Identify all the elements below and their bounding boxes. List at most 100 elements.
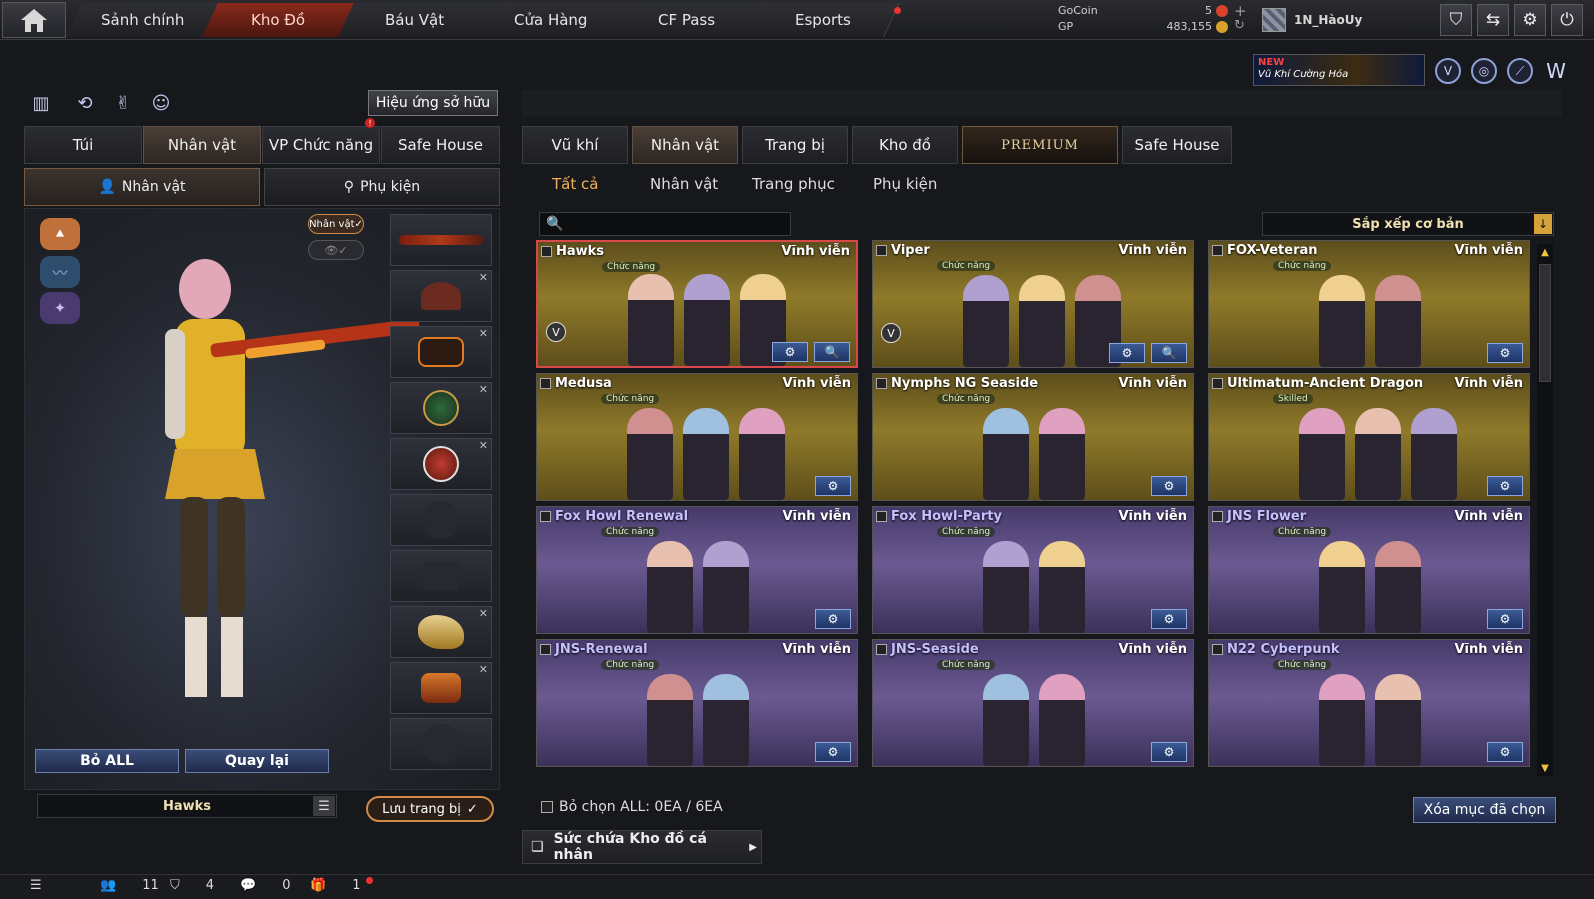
back-button[interactable]: Quay lại bbox=[185, 749, 329, 773]
scroll-up-icon[interactable]: ▲ bbox=[1538, 244, 1552, 260]
scroll-thumb[interactable] bbox=[1539, 264, 1551, 382]
preset-name-field[interactable]: Hawks bbox=[37, 794, 337, 818]
nav-tab-lobby[interactable]: Sảnh chính bbox=[66, 3, 220, 37]
visibility-toggle[interactable]: 👁✓ bbox=[308, 240, 364, 260]
item-checkbox[interactable] bbox=[876, 644, 887, 655]
pose-icon[interactable]: ✌ bbox=[110, 90, 136, 116]
item-checkbox[interactable] bbox=[876, 511, 887, 522]
checkbox-icon[interactable] bbox=[541, 801, 553, 813]
slot-spray[interactable]: ✕ bbox=[390, 662, 492, 714]
storage-capacity-button[interactable]: ❏ Sức chứa Kho đồ cá nhân ▶ bbox=[522, 830, 762, 864]
user-profile[interactable]: 1N_HàoUy bbox=[1262, 8, 1362, 32]
filter-accessory[interactable]: Phụ kiện bbox=[873, 173, 937, 195]
slot-mask[interactable]: ✕ bbox=[390, 326, 492, 378]
item-card[interactable]: JNS Flower Vĩnh viễn Chức năng ⚙ bbox=[1208, 506, 1530, 634]
rotate-icon[interactable]: ⟲ bbox=[72, 90, 98, 116]
character-toggle-badge[interactable]: Nhân vật ✓ bbox=[308, 214, 364, 234]
item-card[interactable]: Medusa Vĩnh viễn Chức năng ⚙ bbox=[536, 373, 858, 501]
nav-tab-cfpass[interactable]: CF Pass bbox=[610, 3, 764, 37]
promo-banner[interactable]: NEW Vũ Khí Cường Hóa bbox=[1253, 54, 1425, 86]
sort-dropdown[interactable]: Sắp xếp cơ bản bbox=[1262, 212, 1554, 236]
sort-arrow-icon[interactable]: ↓ bbox=[1534, 214, 1552, 234]
friends-stat[interactable]: 👥 11 bbox=[100, 878, 159, 893]
tab-safe-house[interactable]: Safe House bbox=[1122, 126, 1232, 164]
nav-tab-shop[interactable]: Cửa Hàng bbox=[474, 3, 628, 37]
slot-pet[interactable]: ✕ bbox=[390, 606, 492, 658]
search-icon[interactable]: 🔍 bbox=[814, 342, 850, 362]
tab-equipment[interactable]: Trang bị bbox=[742, 126, 848, 164]
podium-icon[interactable]: ▥ bbox=[28, 90, 54, 116]
left-tab-safe-house[interactable]: Safe House bbox=[381, 126, 500, 164]
v-emblem-icon[interactable]: V bbox=[1435, 58, 1461, 84]
slot-badge[interactable]: ✕ bbox=[390, 438, 492, 490]
gear-icon[interactable]: ⚙ bbox=[1151, 476, 1187, 496]
tab-weapons[interactable]: Vũ khí bbox=[522, 126, 628, 164]
search-icon[interactable]: 🔍 bbox=[1151, 343, 1187, 363]
wing-emblem-icon[interactable]: 〰 bbox=[40, 256, 80, 288]
clear-selected-button[interactable]: Xóa mục đã chọn bbox=[1413, 797, 1556, 823]
eagle-emblem-icon[interactable]: ⯅ bbox=[40, 218, 80, 250]
refresh-icon[interactable]: ↻ bbox=[1234, 18, 1245, 33]
item-card[interactable]: Nymphs NG Seaside Vĩnh viễn Chức năng ⚙ bbox=[872, 373, 1194, 501]
gear-icon[interactable]: ⚙ bbox=[815, 476, 851, 496]
gear-icon[interactable]: ⚙ bbox=[1109, 343, 1145, 363]
remove-slot-icon[interactable]: ✕ bbox=[479, 663, 488, 676]
slash-emblem-icon[interactable]: ⟋ bbox=[1507, 58, 1533, 84]
item-card[interactable]: Ultimatum-Ancient Dragon Vĩnh viễn Skilled… bbox=[1208, 373, 1530, 501]
item-card[interactable]: Hawks Vĩnh viễn Chức năng V ⚙ 🔍 bbox=[536, 240, 858, 368]
slot-helmet[interactable]: ✕ bbox=[390, 270, 492, 322]
item-card[interactable]: N22 Cyberpunk Vĩnh viễn Chức năng ⚙ bbox=[1208, 639, 1530, 767]
slot-emblem[interactable]: ✕ bbox=[390, 382, 492, 434]
gear-icon[interactable]: ⚙ bbox=[1151, 742, 1187, 762]
item-checkbox[interactable] bbox=[540, 378, 551, 389]
item-checkbox[interactable] bbox=[540, 644, 551, 655]
gear-icon[interactable]: ⚙ bbox=[1487, 609, 1523, 629]
item-checkbox[interactable] bbox=[876, 245, 887, 256]
gear-icon[interactable]: ⚙ bbox=[1151, 609, 1187, 629]
slot-pants-empty[interactable] bbox=[390, 550, 492, 602]
gear-icon[interactable]: ⚙ bbox=[1487, 343, 1523, 363]
tab-characters[interactable]: Nhân vật bbox=[632, 126, 738, 164]
remove-slot-icon[interactable]: ✕ bbox=[479, 607, 488, 620]
item-card[interactable]: Viper Vĩnh viễn Chức năng V ⚙ 🔍 bbox=[872, 240, 1194, 368]
power-icon[interactable]: ⏻ bbox=[1551, 4, 1583, 36]
left-tab-bag[interactable]: Túi bbox=[24, 126, 142, 164]
clan-stat[interactable]: ⛉ 4 bbox=[170, 878, 214, 893]
search-input[interactable]: 🔍 bbox=[539, 212, 791, 236]
filter-all[interactable]: Tất cả bbox=[552, 173, 598, 195]
item-card[interactable]: JNS-Renewal Vĩnh viễn Chức năng ⚙ bbox=[536, 639, 858, 767]
menu-icon[interactable]: ☰ bbox=[313, 796, 335, 816]
nav-tab-inventory[interactable]: Kho Đồ bbox=[202, 3, 356, 37]
filter-character[interactable]: Nhân vật bbox=[650, 173, 718, 195]
slot-ring-empty[interactable] bbox=[390, 718, 492, 770]
tab-premium[interactable]: PREMIUM bbox=[962, 126, 1118, 164]
list-icon[interactable]: ☰ bbox=[30, 878, 42, 893]
left-tab-functional-items[interactable]: VP Chức năng bbox=[262, 126, 380, 164]
item-checkbox[interactable] bbox=[1212, 245, 1223, 256]
tab-storage[interactable]: Kho đồ bbox=[852, 126, 958, 164]
item-checkbox[interactable] bbox=[876, 378, 887, 389]
gear-icon[interactable]: ⚙ bbox=[1487, 476, 1523, 496]
slot-primary-weapon[interactable] bbox=[390, 214, 492, 266]
remove-slot-icon[interactable]: ✕ bbox=[479, 439, 488, 452]
scroll-down-icon[interactable]: ▼ bbox=[1538, 760, 1552, 776]
bird-emblem-icon[interactable]: ✦ bbox=[40, 292, 80, 324]
gear-icon[interactable]: ⚙ bbox=[772, 342, 808, 362]
gift-stat[interactable]: 🎁 1 bbox=[310, 878, 360, 893]
chat-stat[interactable]: 💬 0 bbox=[240, 878, 290, 893]
item-card[interactable]: JNS-Seaside Vĩnh viễn Chức năng ⚙ bbox=[872, 639, 1194, 767]
remove-slot-icon[interactable]: ✕ bbox=[479, 327, 488, 340]
slot-vest-empty[interactable] bbox=[390, 494, 492, 546]
item-checkbox[interactable] bbox=[1212, 644, 1223, 655]
save-equipment-button[interactable]: Lưu trang bị ✓ bbox=[366, 796, 494, 822]
subtab-accessories[interactable]: ⚲ Phụ kiện bbox=[264, 168, 500, 206]
remove-all-button[interactable]: Bỏ ALL bbox=[35, 749, 179, 773]
subtab-character[interactable]: 👤 Nhân vật bbox=[24, 168, 260, 206]
home-button[interactable] bbox=[2, 2, 66, 38]
owned-effects-button[interactable]: Hiệu ứng sở hữu bbox=[368, 90, 498, 116]
item-card[interactable]: FOX-Veteran Vĩnh viễn Chức năng ⚙ bbox=[1208, 240, 1530, 368]
emote-icon[interactable]: ☺ bbox=[148, 90, 174, 116]
item-card[interactable]: Fox Howl Renewal Vĩnh viễn Chức năng ⚙ bbox=[536, 506, 858, 634]
item-checkbox[interactable] bbox=[541, 246, 552, 257]
gear-icon[interactable]: ⚙ bbox=[815, 609, 851, 629]
